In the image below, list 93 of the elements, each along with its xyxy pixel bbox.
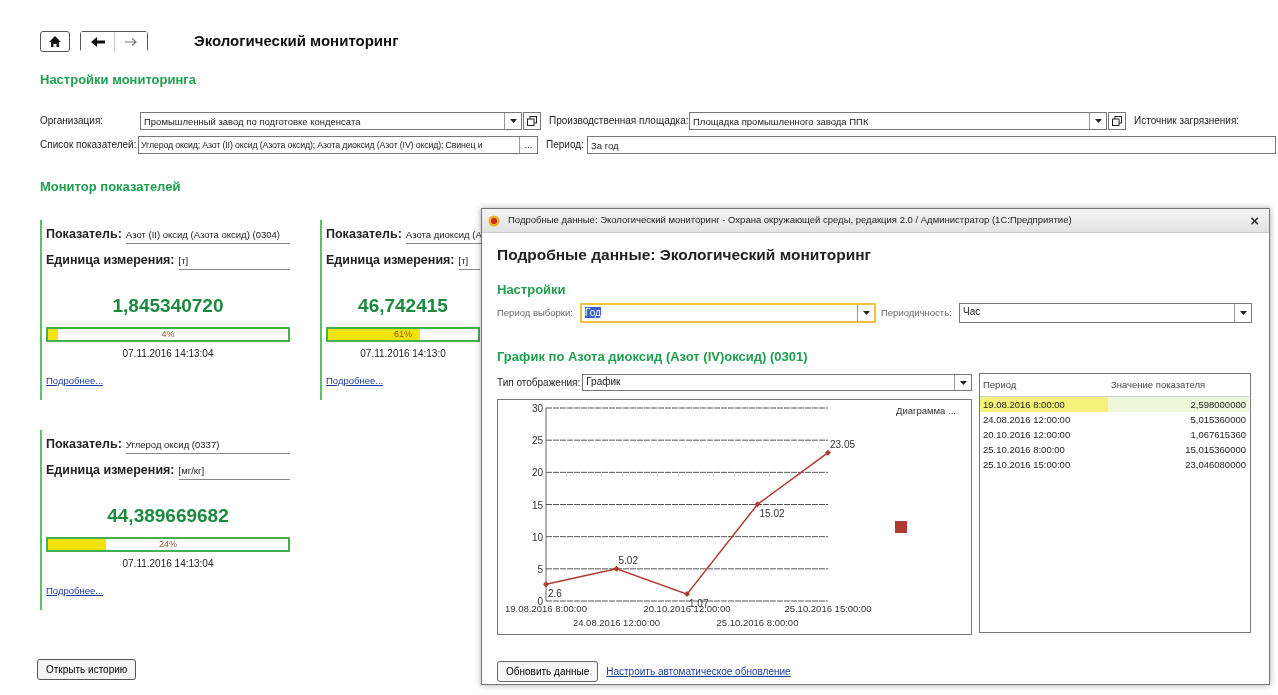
app-logo-icon — [488, 214, 500, 227]
unit-label: Единица измерения: — [46, 252, 175, 270]
field-label: Тип отображения: — [497, 376, 581, 391]
section-heading: Монитор показателей — [40, 177, 182, 196]
progress-percent: 4% — [160, 328, 176, 340]
indicator-value: 1,845340720 — [111, 294, 225, 318]
table-cell[interactable]: 20.10.2016 12:00:00 — [980, 426, 1108, 442]
indicator-value: 46,742415 — [357, 294, 449, 318]
back-button[interactable] — [81, 31, 114, 53]
combo-field[interactable]: Промышленный завод по подготовке конденсата — [140, 111, 522, 130]
column-header: Период — [980, 374, 1108, 397]
table-cell[interactable]: 23,046080000 — [1108, 456, 1249, 472]
column-header: Значение показателя — [1108, 374, 1249, 397]
timestamp: 07.11.2016 14:13:04 — [121, 346, 215, 361]
axis-tick-label: 5 — [537, 564, 543, 576]
indicator-label: Показатель: — [46, 436, 122, 454]
timestamp: 07.11.2016 14:13:04 — [121, 556, 215, 571]
table-cell[interactable]: 5,015360000 — [1108, 411, 1249, 427]
text-field[interactable]: За год — [587, 135, 1276, 154]
data-label: 15.02 — [759, 508, 785, 520]
right-arrow-icon — [124, 37, 138, 47]
combo-field[interactable]: График — [582, 374, 972, 392]
list-field[interactable]: Углерод оксид; Азот (II) оксид (Азота оксид); Азота диоксид (Азот (IV) оксид); Свинец и ... — [138, 135, 538, 154]
auto-update-link[interactable]: Настроить автоматическое обновление — [606, 664, 791, 680]
details-link[interactable]: Подробнее... — [46, 583, 104, 598]
unit-field: [т] — [178, 253, 290, 270]
data-label: 5.02 — [618, 554, 638, 566]
axis-tick-label: 20 — [531, 467, 543, 479]
data-point — [754, 501, 761, 508]
dropdown-icon — [509, 118, 517, 123]
dropdown-icon — [1239, 310, 1247, 315]
left-arrow-icon — [90, 37, 105, 47]
dropdown-icon — [959, 380, 967, 385]
dialog-title: Подробные данные: Экологический мониторинг - Охрана окружающей среды, редакция 2.0 / Администратор (1С:Предприятие) — [508, 213, 1073, 228]
section-heading: Настройки — [497, 281, 567, 300]
axis-category-label: 25.10.2016 15:00:00 — [784, 603, 872, 615]
axis-tick-label: 25 — [531, 435, 543, 447]
data-point — [613, 565, 620, 572]
table-cell[interactable]: 15,015360000 — [1108, 441, 1249, 457]
chart-heading: График по Азота диоксид (Азот (IV)оксид) (0301) — [497, 347, 809, 366]
dropdown-icon — [1094, 118, 1102, 123]
axis-tick-label: 30 — [531, 403, 543, 415]
axis-tick-label: 15 — [531, 499, 543, 511]
table-cell[interactable]: 25.10.2016 15:00:00 — [980, 456, 1108, 472]
indicator-field: Азот (II) оксид (Азота оксид) (0304) — [125, 227, 290, 244]
details-link[interactable]: Подробнее... — [46, 373, 104, 388]
data-label: 23.05 — [830, 438, 856, 450]
close-button[interactable]: × — [1246, 213, 1263, 228]
field-label: Список показателей: — [40, 138, 138, 152]
refresh-button[interactable]: Обновить данные — [497, 661, 599, 683]
indicator-label: Показатель: — [46, 226, 122, 244]
combo-field[interactable]: Год — [580, 302, 876, 323]
dropdown-icon — [862, 310, 870, 315]
axis-category-label: 24.08.2016 12:00:00 — [572, 617, 661, 629]
page-title: Экологический мониторинг — [194, 30, 399, 51]
legend-label: Диаграмма ... — [896, 405, 956, 417]
unit-label: Единица измерения: — [326, 252, 455, 270]
data-point — [825, 449, 831, 456]
dialog-heading: Подробные данные: Экологический мониторинг — [497, 245, 872, 265]
combo-field[interactable]: Площадка промышленного завода ППК — [689, 111, 1107, 130]
open-icon — [1112, 115, 1122, 126]
indicator-value: 44,389669682 — [106, 504, 230, 528]
section-heading: Настройки мониторинга — [40, 71, 197, 89]
home-button[interactable] — [40, 30, 70, 52]
table-cell[interactable]: 1,067615360 — [1108, 426, 1249, 442]
timestamp: 07.11.2016 14:13:0 — [359, 346, 447, 361]
field-label: Источник загрязнения: — [1134, 114, 1240, 128]
unit-field: [мг/кг] — [178, 463, 290, 480]
indicator-field: Углерод оксид (0337) — [125, 437, 290, 454]
field-label: Периодичность: — [881, 305, 953, 320]
table-cell[interactable]: 25.10.2016 8:00:00 — [980, 441, 1108, 457]
home-icon — [49, 35, 61, 47]
field-label: Организация: — [40, 114, 105, 128]
data-point — [543, 581, 549, 588]
table-cell[interactable]: 24.08.2016 12:00:00 — [980, 411, 1108, 427]
unit-label: Единица измерения: — [46, 462, 175, 480]
open-button[interactable] — [523, 111, 541, 130]
field-label: Период: — [546, 138, 585, 152]
field-label: Период выборки: — [497, 305, 574, 320]
open-button[interactable] — [1108, 111, 1126, 130]
combo-field[interactable]: Час — [959, 302, 1252, 323]
indicator-label: Показатель: — [326, 226, 402, 244]
field-label: Производственная площадка: — [549, 114, 689, 128]
open-history-button[interactable]: Открыть историю — [37, 659, 137, 680]
axis-category-label: 25.10.2016 8:00:00 — [716, 617, 799, 629]
open-icon — [527, 115, 537, 126]
progress-percent: 24% — [158, 538, 178, 550]
unit-field: [т] — [458, 253, 480, 270]
axis-tick-label: 10 — [531, 531, 543, 543]
data-point — [684, 591, 690, 598]
data-label: 2.6 — [548, 588, 562, 600]
progress-percent: 61% — [393, 328, 413, 340]
details-link[interactable]: Подробнее... — [326, 373, 384, 388]
